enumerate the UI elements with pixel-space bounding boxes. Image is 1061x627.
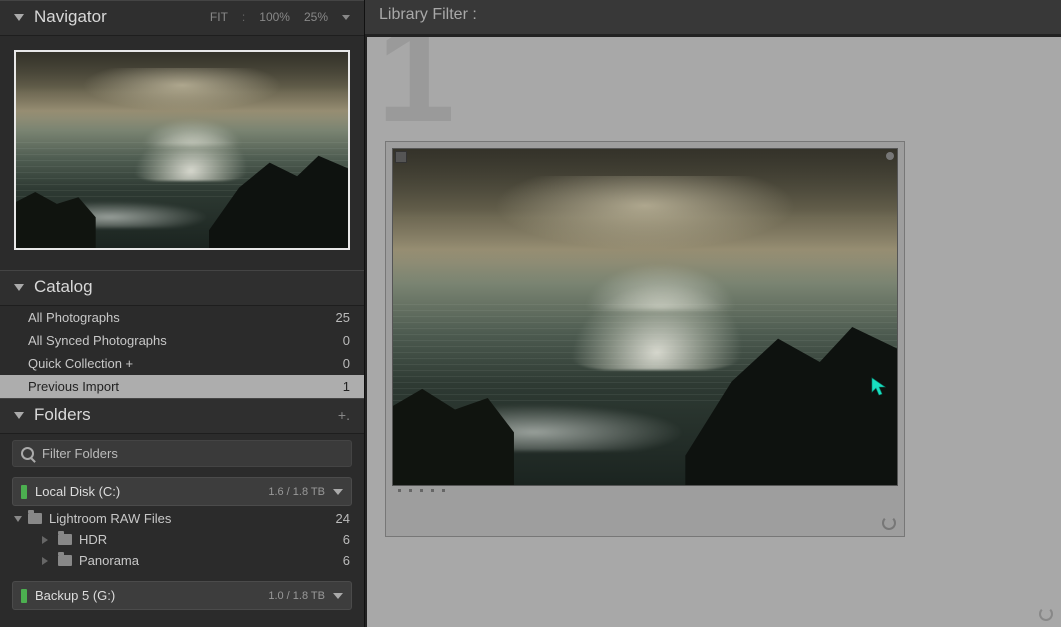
rating-dots[interactable] — [398, 489, 445, 492]
drive-usage: 1.6 / 1.8 TB — [268, 486, 325, 498]
folder-label: HDR — [79, 532, 107, 547]
left-panel: Navigator FIT : 100% 25% — [0, 0, 365, 627]
folder-label: Panorama — [79, 553, 139, 568]
drive-name: Local Disk (C:) — [35, 484, 120, 499]
folder-count: 24 — [336, 511, 350, 526]
zoom-25[interactable]: 25% — [304, 10, 328, 24]
folder-hdr[interactable]: HDR 6 — [14, 529, 350, 550]
drive-name: Backup 5 (G:) — [35, 588, 115, 603]
disclosure-triangle-icon[interactable] — [42, 536, 52, 544]
catalog-item-count: 0 — [343, 333, 350, 348]
grid-index-number: 1 — [377, 37, 455, 143]
folder-count: 6 — [343, 553, 350, 568]
folder-icon — [28, 513, 42, 524]
library-filter-label: Library Filter : — [379, 6, 477, 23]
thumbnail-image[interactable] — [392, 148, 898, 486]
catalog-item-count: 1 — [343, 379, 350, 394]
folders-header[interactable]: Folders +. — [0, 398, 364, 434]
zoom-100[interactable]: 100% — [259, 10, 290, 24]
rotate-right-icon[interactable] — [882, 516, 896, 530]
folder-icon — [58, 555, 72, 566]
catalog-item-label: All Synced Photographs — [28, 333, 167, 348]
folder-icon — [58, 534, 72, 545]
catalog-item-quick-collection[interactable]: Quick Collection + 0 — [0, 352, 364, 375]
catalog-item-all-photographs[interactable]: All Photographs 25 — [0, 306, 364, 329]
drive-usage: 1.0 / 1.8 TB — [268, 590, 325, 602]
disclosure-triangle-icon[interactable] — [42, 557, 52, 565]
grid-view[interactable]: 1 — [365, 35, 1061, 627]
grid-rotate-right-icon[interactable] — [1039, 607, 1053, 621]
library-filter-bar[interactable]: Library Filter : — [365, 0, 1061, 35]
catalog-title: Catalog — [34, 277, 93, 297]
catalog-item-count: 25 — [336, 310, 350, 325]
thumbnail-badge-icon[interactable] — [395, 151, 407, 163]
drive-backup-5[interactable]: Backup 5 (G:) 1.0 / 1.8 TB — [12, 581, 352, 610]
catalog-item-previous-import[interactable]: Previous Import 1 — [0, 375, 364, 398]
navigator-header[interactable]: Navigator FIT : 100% 25% — [0, 0, 364, 36]
drive-status-icon — [21, 589, 27, 603]
thumbnail-flag-icon[interactable] — [886, 152, 894, 160]
folder-count: 6 — [343, 532, 350, 547]
search-icon — [21, 447, 34, 460]
zoom-fit[interactable]: FIT — [210, 10, 228, 24]
drive-status-icon — [21, 485, 27, 499]
thumbnail-cell[interactable] — [385, 141, 905, 537]
folder-filter-input[interactable]: Filter Folders — [12, 440, 352, 467]
collapse-triangle-icon[interactable] — [14, 412, 24, 419]
navigator-title: Navigator — [34, 7, 107, 27]
catalog-item-synced[interactable]: All Synced Photographs 0 — [0, 329, 364, 352]
catalog-header[interactable]: Catalog — [0, 270, 364, 306]
catalog-item-label: All Photographs — [28, 310, 120, 325]
catalog-item-label: Previous Import — [28, 379, 119, 394]
drive-dropdown-icon[interactable] — [333, 593, 343, 599]
catalog-item-count: 0 — [343, 356, 350, 371]
catalog-list: All Photographs 25 All Synced Photograph… — [0, 306, 364, 398]
collapse-triangle-icon[interactable] — [14, 284, 24, 291]
zoom-dropdown-icon[interactable] — [342, 15, 350, 20]
folder-tree: Lightroom RAW Files 24 HDR 6 Panorama 6 — [0, 506, 364, 577]
folders-title: Folders — [34, 405, 91, 425]
navigator-preview[interactable] — [14, 50, 350, 250]
disclosure-triangle-icon[interactable] — [14, 516, 22, 522]
folder-lightroom-raw[interactable]: Lightroom RAW Files 24 — [14, 508, 350, 529]
main-area: Library Filter : 1 — [365, 0, 1061, 627]
add-folder-button[interactable]: +. — [338, 407, 350, 423]
drive-local-c[interactable]: Local Disk (C:) 1.6 / 1.8 TB — [12, 477, 352, 506]
navigator-preview-area — [0, 36, 364, 270]
folder-label: Lightroom RAW Files — [49, 511, 171, 526]
folder-panorama[interactable]: Panorama 6 — [14, 550, 350, 571]
collapse-triangle-icon[interactable] — [14, 14, 24, 21]
navigator-zoom-controls: FIT : 100% 25% — [210, 10, 350, 24]
folder-filter-placeholder: Filter Folders — [42, 446, 118, 461]
drive-dropdown-icon[interactable] — [333, 489, 343, 495]
catalog-item-label: Quick Collection + — [28, 356, 133, 371]
